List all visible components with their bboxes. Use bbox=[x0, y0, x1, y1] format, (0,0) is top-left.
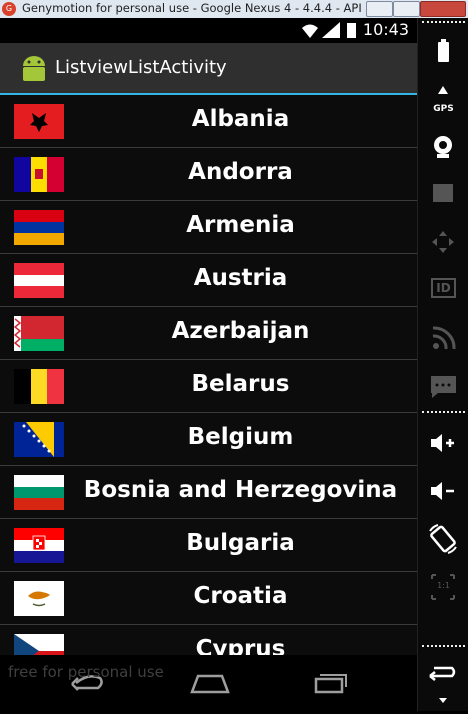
scroll-down-icon bbox=[439, 698, 447, 703]
panel-divider bbox=[422, 411, 465, 413]
close-button[interactable] bbox=[420, 1, 466, 17]
sms-button[interactable] bbox=[418, 366, 468, 406]
country-name: Cyprus bbox=[195, 636, 286, 655]
belgium-flag-icon bbox=[14, 369, 64, 404]
window-title: Genymotion for personal use - Google Nex… bbox=[22, 1, 362, 15]
recent-apps-button-icon[interactable] bbox=[310, 670, 350, 696]
rotate-button[interactable] bbox=[418, 519, 468, 559]
country-name: Austria bbox=[193, 265, 288, 291]
signal-icon bbox=[322, 22, 340, 38]
clock: 10:43 bbox=[362, 20, 409, 39]
home-button-icon[interactable] bbox=[188, 670, 232, 696]
pixel-perfect-button[interactable]: 1:1 bbox=[418, 567, 468, 607]
dpad-icon bbox=[432, 231, 454, 253]
list-item[interactable]: Cyprus bbox=[0, 625, 417, 655]
belarus-style-flag-icon bbox=[14, 316, 64, 351]
device-id-button[interactable]: ID bbox=[418, 270, 468, 310]
country-name: Azerbaijan bbox=[171, 318, 310, 344]
rss-icon bbox=[432, 326, 456, 350]
austria-flag-icon bbox=[14, 263, 64, 298]
gps-button[interactable]: GPS bbox=[418, 80, 468, 120]
country-name: Belgium bbox=[187, 424, 294, 450]
list-item[interactable]: Armenia bbox=[0, 201, 417, 254]
dpad-button[interactable] bbox=[418, 222, 468, 262]
app-title: ListviewListActivity bbox=[55, 57, 227, 78]
armenia-flag-icon bbox=[14, 210, 64, 245]
id-icon: ID bbox=[431, 278, 456, 298]
bosnia-flag-icon bbox=[14, 422, 64, 457]
device-screen: 10:43 ListviewListActivity Albania Andor… bbox=[0, 18, 417, 711]
list-item[interactable]: Andorra bbox=[0, 148, 417, 201]
genymotion-side-panel: GPS ID 1:1 bbox=[417, 18, 468, 711]
croatia-flag-icon bbox=[14, 528, 64, 563]
status-bar: 10:43 bbox=[0, 18, 417, 43]
bulgaria-flag-icon bbox=[14, 475, 64, 510]
battery-icon bbox=[347, 23, 356, 38]
battery-icon bbox=[438, 39, 449, 62]
andorra-flag-icon bbox=[14, 157, 64, 192]
list-item[interactable]: Belarus bbox=[0, 360, 417, 413]
volume-up-icon bbox=[431, 434, 454, 452]
action-bar: ListviewListActivity bbox=[0, 43, 417, 95]
minimize-button[interactable] bbox=[366, 1, 393, 17]
back-icon bbox=[429, 666, 456, 681]
webcam-icon bbox=[434, 136, 452, 158]
country-name: Andorra bbox=[188, 159, 293, 185]
list-item[interactable]: Belgium bbox=[0, 413, 417, 466]
country-name: Albania bbox=[191, 106, 290, 132]
gps-icon bbox=[438, 86, 448, 94]
genymotion-app-icon: G bbox=[2, 2, 16, 16]
list-item[interactable]: Bosnia and Herzegovina bbox=[0, 466, 417, 519]
panel-scroll-down[interactable] bbox=[418, 690, 468, 710]
list-item[interactable]: Austria bbox=[0, 254, 417, 307]
country-list[interactable]: Albania Andorra Armenia Austria Azerbaij… bbox=[0, 95, 417, 655]
volume-up-button[interactable] bbox=[418, 423, 468, 463]
android-robot-icon bbox=[23, 56, 45, 81]
list-item[interactable]: Croatia bbox=[0, 572, 417, 625]
battery-button[interactable] bbox=[418, 34, 468, 74]
panel-divider bbox=[422, 645, 465, 647]
czech-flag-icon bbox=[14, 634, 64, 655]
list-item[interactable]: Albania bbox=[0, 95, 417, 148]
video-capture-button[interactable] bbox=[418, 174, 468, 214]
volume-down-button[interactable] bbox=[418, 471, 468, 511]
message-icon bbox=[431, 376, 456, 398]
volume-down-icon bbox=[431, 482, 454, 500]
country-name: Bosnia and Herzegovina bbox=[83, 477, 398, 503]
country-name: Bulgaria bbox=[186, 530, 295, 556]
rotate-icon bbox=[429, 524, 457, 554]
window-title-bar: G Genymotion for personal use - Google N… bbox=[0, 0, 468, 19]
country-name: Belarus bbox=[191, 371, 290, 397]
country-name: Croatia bbox=[193, 583, 288, 609]
maximize-button[interactable] bbox=[393, 1, 420, 17]
list-item[interactable]: Bulgaria bbox=[0, 519, 417, 572]
cyprus-flag-icon bbox=[14, 581, 64, 616]
albania-flag-icon bbox=[14, 104, 64, 139]
wifi-icon bbox=[302, 24, 318, 38]
list-item[interactable]: Azerbaijan bbox=[0, 307, 417, 360]
personal-use-watermark: free for personal use bbox=[8, 663, 164, 681]
panel-divider bbox=[422, 21, 465, 23]
scale-label: 1:1 bbox=[437, 581, 450, 590]
webcam-button[interactable] bbox=[418, 126, 468, 166]
clapperboard-icon bbox=[433, 184, 453, 202]
network-button[interactable] bbox=[418, 318, 468, 358]
country-name: Armenia bbox=[186, 212, 295, 238]
